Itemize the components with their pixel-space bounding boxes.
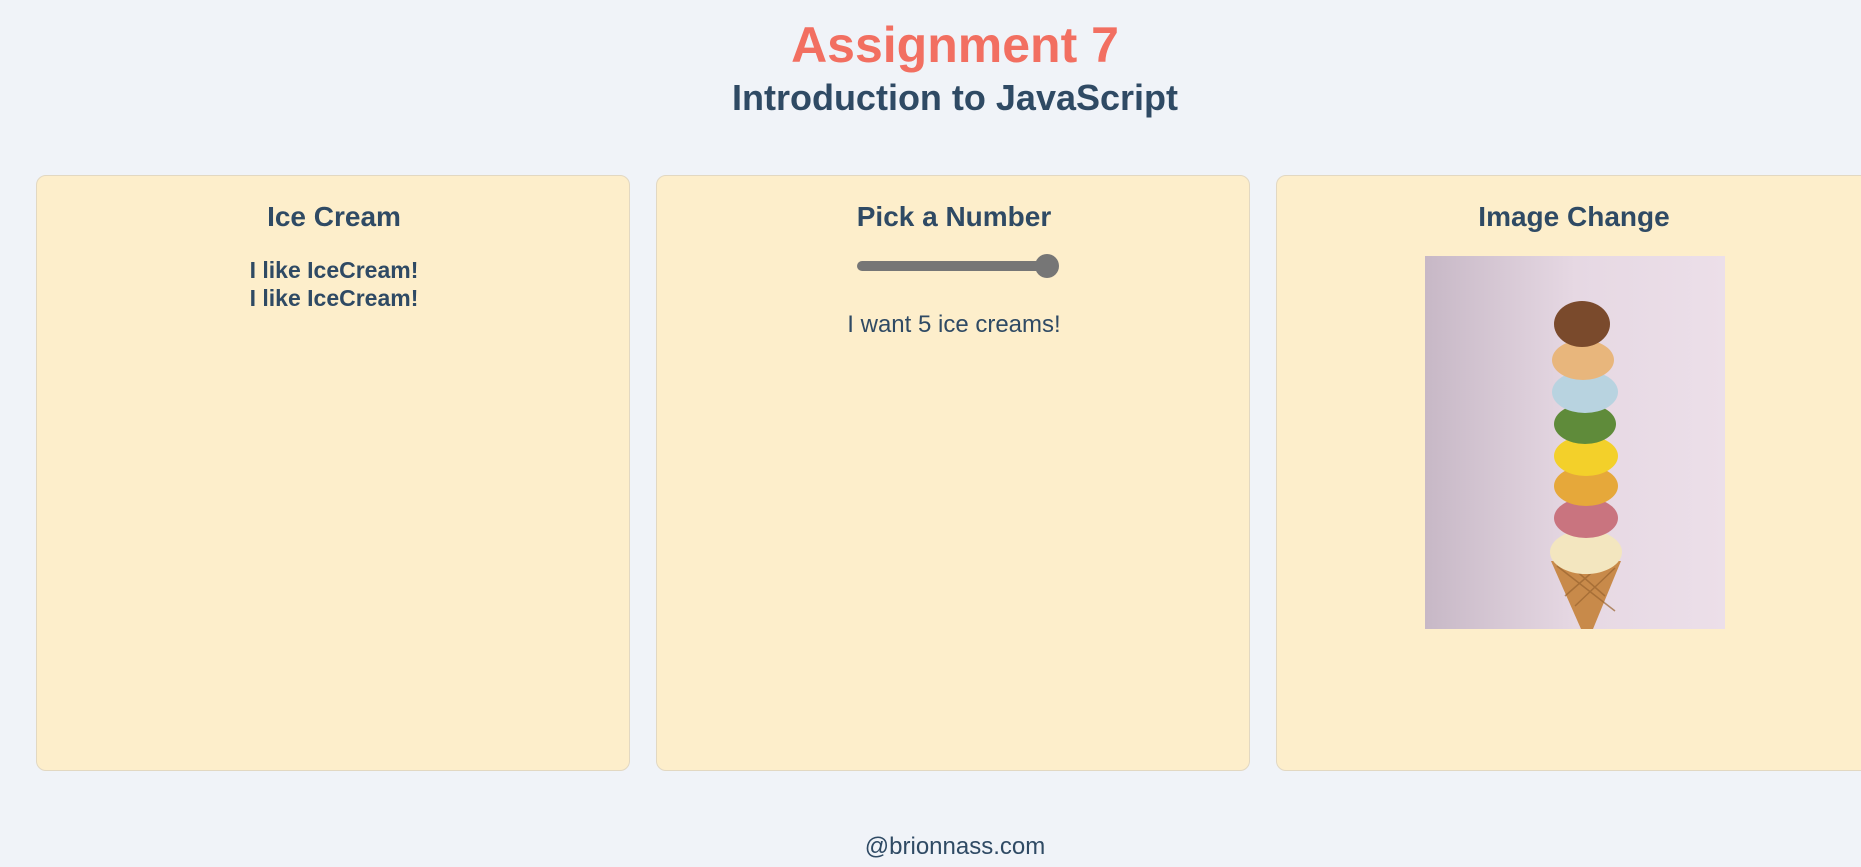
pick-number-card: Pick a Number I want 5 ice creams! [656, 175, 1250, 771]
ice-cream-line: I like IceCream! [249, 257, 419, 283]
card-title-pick-number: Pick a Number [856, 201, 1052, 232]
slider-track[interactable] [857, 261, 1047, 271]
card-title-image-change: Image Change [1478, 201, 1670, 232]
page-header: Assignment 7 Introduction to JavaScript [0, 14, 1861, 120]
image-change-card: Image Change [1276, 175, 1861, 771]
number-slider[interactable] [857, 254, 1059, 278]
page-title: Assignment 7 [791, 17, 1119, 73]
page-subtitle: Introduction to JavaScript [731, 77, 1179, 118]
ice-cream-image[interactable] [1425, 256, 1725, 629]
ice-cream-card: Ice Cream I like IceCream! I like IceCre… [36, 175, 630, 771]
ice-cream-line: I like IceCream! [249, 285, 419, 311]
slider-thumb[interactable] [1035, 254, 1059, 278]
ice-cream-cone-stack-icon [1425, 256, 1725, 629]
footer-text: @brionnass.com [864, 833, 1046, 860]
card-title-ice-cream: Ice Cream [267, 201, 401, 232]
ice-cream-lines: I like IceCream! I like IceCream! [37, 256, 631, 312]
number-message: I want 5 ice creams! [847, 311, 1061, 338]
